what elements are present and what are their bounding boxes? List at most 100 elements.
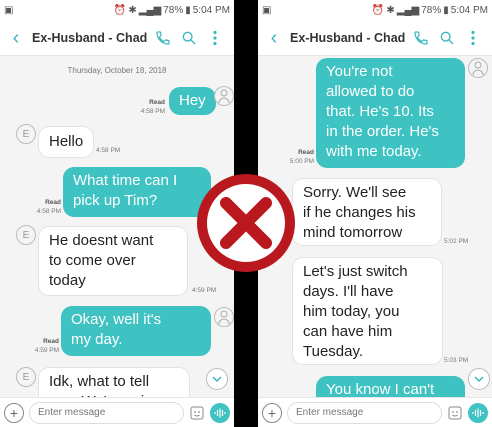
message-time: 4:59 PM xyxy=(192,287,217,294)
message-bubble-outgoing[interactable]: You're not allowed to do that. He's 10. … xyxy=(316,58,465,168)
message-bubble-incoming[interactable]: Sorry. We'll see if he changes his mind … xyxy=(292,178,442,246)
back-arrow-icon[interactable]: ‹ xyxy=(6,28,26,48)
message-composer: + xyxy=(0,397,234,427)
message-time: 5:00 PM xyxy=(289,158,314,165)
contact-name: Ex-Husband - Chad xyxy=(32,30,148,45)
status-bar: ▣ ⏰ ✱ ▂▄▆ 78% ▮ 5:04 PM xyxy=(0,0,234,20)
read-receipt: Read xyxy=(45,199,61,206)
message-text-line: You're not xyxy=(326,63,393,80)
message-bubble-outgoing[interactable]: What time can I pick up Tim? xyxy=(63,167,211,217)
message-text-line: He doesnt want xyxy=(49,232,154,249)
message-time: 4:58 PM xyxy=(140,108,165,115)
alarm-icon: ⏰ xyxy=(371,4,385,16)
voice-icon[interactable] xyxy=(210,402,230,423)
message-text-line: Tuesday. xyxy=(303,343,364,360)
search-icon[interactable] xyxy=(176,26,202,50)
battery-icon: ▮ xyxy=(443,4,449,16)
message-bubble-outgoing[interactable]: Hey xyxy=(169,87,216,115)
message-text: Hey xyxy=(179,92,206,109)
alarm-icon: ⏰ xyxy=(113,4,127,16)
gallery-notification-icon: ▣ xyxy=(262,4,272,16)
read-receipt: Read xyxy=(298,149,314,156)
signal-icon: ▂▄▆ xyxy=(396,4,420,16)
read-receipt: Read xyxy=(149,99,165,106)
message-text-line: my day. xyxy=(71,331,123,348)
message-text-line: Let's just switch xyxy=(303,263,408,280)
back-arrow-icon[interactable]: ‹ xyxy=(264,28,284,48)
avatar-letter: E xyxy=(22,229,30,241)
chevron-down-icon xyxy=(474,376,484,382)
conversation-header: ‹ Ex-Husband - Chad xyxy=(258,20,492,56)
avatar-letter: E xyxy=(22,128,30,140)
message-text-line: with me today. xyxy=(326,143,422,160)
message-meta: Read 4:58 PM xyxy=(125,98,165,116)
message-text-line: to come over xyxy=(49,252,136,269)
chevron-down-icon xyxy=(212,376,222,382)
search-icon[interactable] xyxy=(434,26,460,50)
more-icon[interactable] xyxy=(202,26,228,50)
status-bar: ▣ ⏰ ✱ ▂▄▆ 78% ▮ 5:04 PM xyxy=(258,0,492,20)
message-text-line: him today, you xyxy=(303,303,400,320)
message-text-line: pick up Tim? xyxy=(73,192,158,209)
sticker-icon[interactable] xyxy=(445,403,465,423)
message-bubble-incoming[interactable]: Let's just switch days. I'll have him to… xyxy=(292,257,443,365)
message-bubble-outgoing[interactable]: Okay, well it's my day. xyxy=(61,306,211,356)
avatar: E xyxy=(16,367,36,387)
date-separator: Thursday, October 18, 2018 xyxy=(67,66,167,75)
message-text-line: can have him xyxy=(303,323,393,340)
message-composer: + xyxy=(258,397,492,427)
phone-icon[interactable] xyxy=(408,26,434,50)
message-bubble-incoming[interactable]: He doesnt want to come over today xyxy=(38,226,188,296)
signal-icon: ▂▄▆ xyxy=(138,4,162,16)
message-text-line: allowed to do xyxy=(326,83,415,100)
message-time: 4:58 PM xyxy=(36,208,61,215)
message-meta: Read 5:00 PM xyxy=(276,148,314,166)
message-text-line: today xyxy=(49,272,86,289)
message-text-line: that. He's 10. Its xyxy=(326,103,434,120)
status-time: 5:04 PM xyxy=(192,4,230,16)
status-time: 5:04 PM xyxy=(450,4,488,16)
avatar xyxy=(468,58,488,78)
avatar: E xyxy=(16,225,36,245)
contact-name: Ex-Husband - Chad xyxy=(290,30,406,45)
message-bubble-incoming[interactable]: Hello xyxy=(38,126,95,158)
message-time: 5:02 PM xyxy=(444,238,469,245)
bluetooth-icon: ✱ xyxy=(386,4,395,16)
message-text-line: days. I'll have xyxy=(303,283,394,300)
message-text-line: Okay, well it's xyxy=(71,311,162,328)
scroll-down-button[interactable] xyxy=(468,368,490,390)
battery-percent: 78% xyxy=(163,4,184,16)
message-text-line: Idk, what to tell xyxy=(49,373,150,390)
battery-icon: ▮ xyxy=(185,4,191,16)
message-time: 4:59 PM xyxy=(34,347,59,354)
plus-icon[interactable]: + xyxy=(4,402,24,423)
avatar: E xyxy=(16,124,36,144)
message-text-line: mind tomorrow xyxy=(303,224,403,241)
scroll-down-button[interactable] xyxy=(206,368,228,390)
plus-icon[interactable]: + xyxy=(262,402,282,423)
avatar-letter: E xyxy=(22,371,30,383)
conversation-header: ‹ Ex-Husband - Chad xyxy=(0,20,234,56)
status-icons: ⏰ ✱ ▂▄▆ 78% ▮ 5:04 PM xyxy=(114,5,230,16)
reject-x-icon xyxy=(197,174,295,272)
sticker-icon[interactable] xyxy=(187,403,207,423)
phone-icon[interactable] xyxy=(150,26,176,50)
message-text-line: if he changes his xyxy=(303,204,416,221)
battery-percent: 78% xyxy=(421,4,442,16)
status-icons: ⏰ ✱ ▂▄▆ 78% ▮ 5:04 PM xyxy=(372,5,488,16)
read-receipt: Read xyxy=(43,338,59,345)
message-input[interactable] xyxy=(29,401,184,424)
avatar xyxy=(214,86,234,106)
message-input[interactable] xyxy=(287,401,442,424)
message-time: 5:03 PM xyxy=(444,357,469,364)
message-time: 4:58 PM xyxy=(96,147,121,154)
more-icon[interactable] xyxy=(460,26,486,50)
message-meta: Read 4:58 PM xyxy=(23,198,61,216)
message-meta: Read 4:59 PM xyxy=(21,337,59,355)
gallery-notification-icon: ▣ xyxy=(4,4,14,16)
voice-icon[interactable] xyxy=(468,402,488,423)
bluetooth-icon: ✱ xyxy=(128,4,137,16)
message-text: Hello xyxy=(49,133,84,150)
message-text-line: What time can I xyxy=(73,172,178,189)
avatar xyxy=(214,307,234,327)
